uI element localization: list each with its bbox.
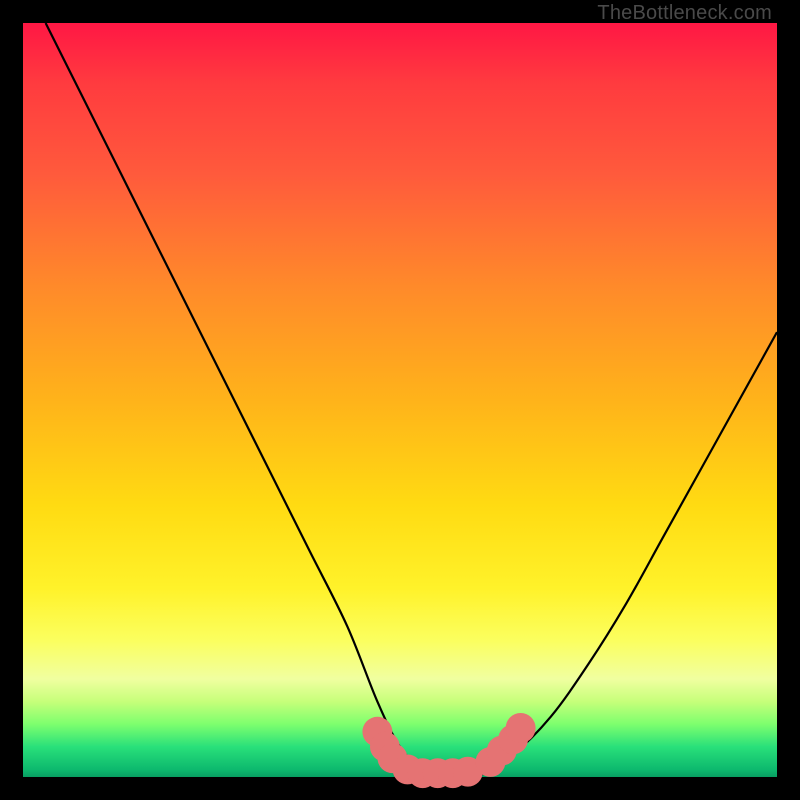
chart-frame: TheBottleneck.com [0,0,800,800]
plot-area [23,23,777,777]
valley-right-4 [506,713,536,743]
valley-markers [362,713,535,788]
curve-layer [23,23,777,777]
watermark-text: TheBottleneck.com [597,2,772,25]
bottleneck-curve [46,23,777,779]
